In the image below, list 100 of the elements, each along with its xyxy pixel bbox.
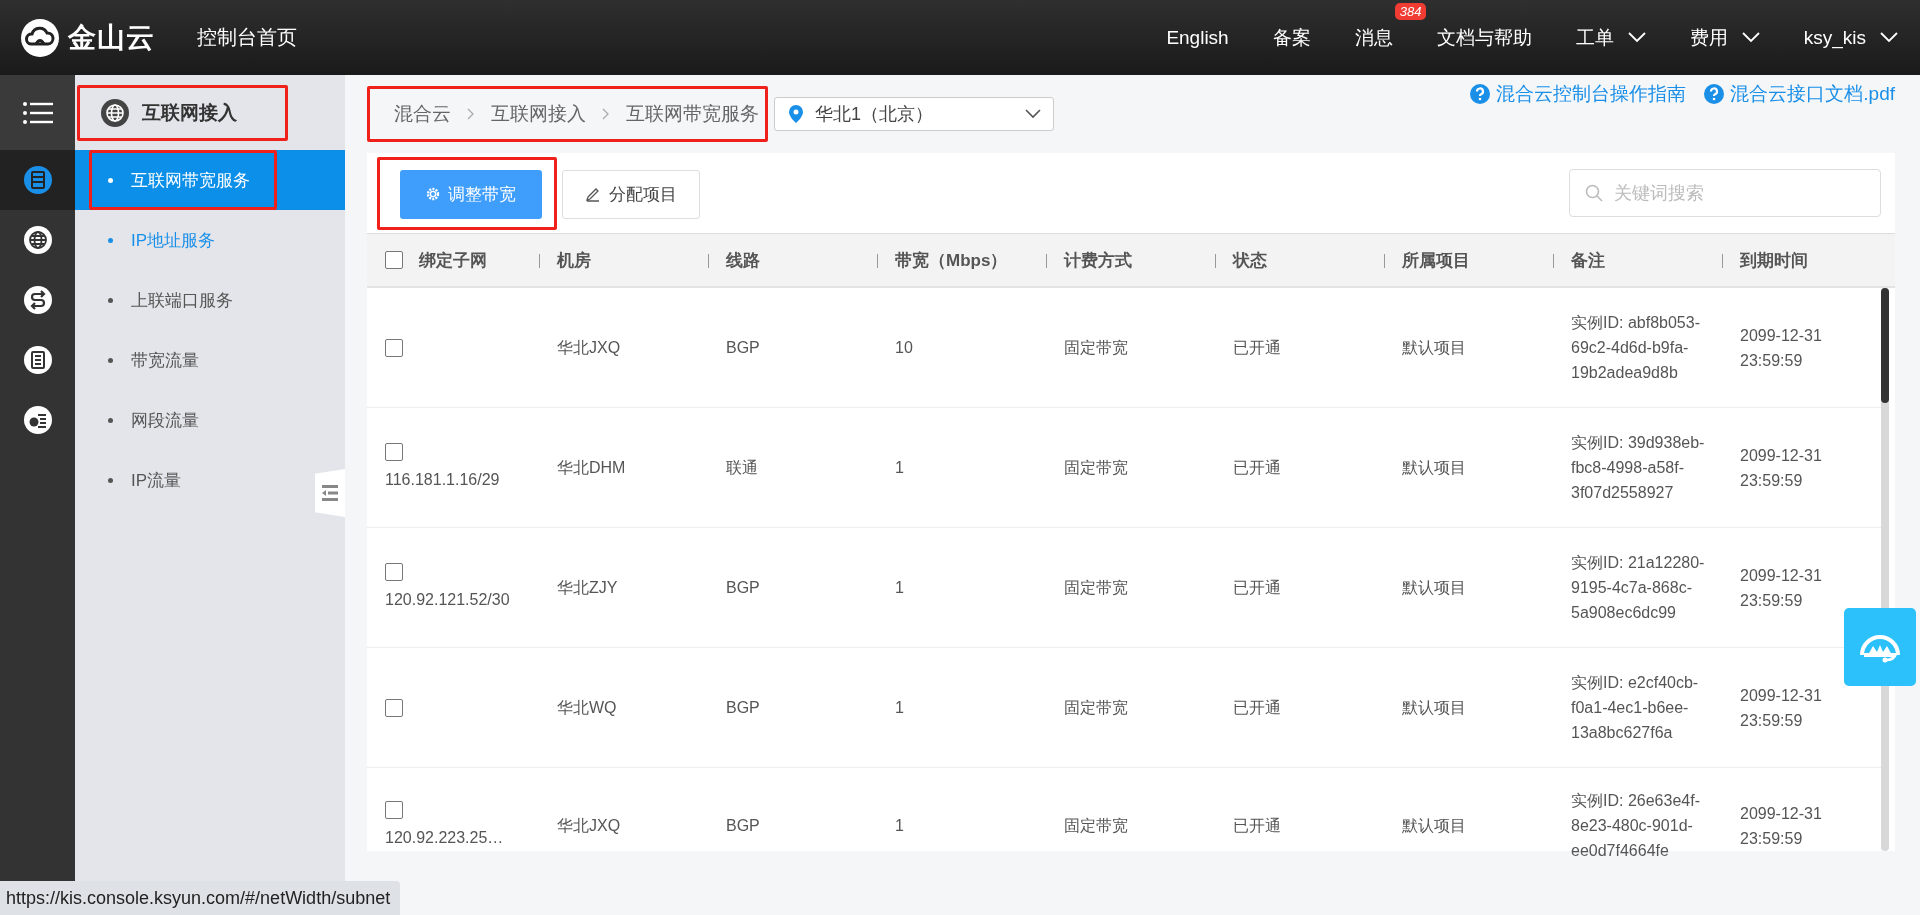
breadcrumb-link[interactable]: 混合云 [394,101,451,127]
row-checkbox[interactable] [385,338,403,357]
help-link[interactable]: 混合云接口文档.pdf [1730,81,1895,107]
table-cell-text: 2099-12-31 23:59:59 [1740,685,1823,731]
help-link[interactable]: 混合云控制台操作指南 [1496,81,1687,107]
nav-link[interactable]: English [1166,26,1229,49]
collapse-icon [320,483,340,503]
nav-link[interactable]: 文档与帮助 [1436,24,1532,51]
table-cell-text: 1 [895,816,904,836]
chevron-down-icon [1627,32,1646,43]
collapse-tab[interactable] [315,469,345,517]
table-cell-text: 1 [895,458,904,478]
nav-dropdown[interactable]: 费用 [1689,24,1728,51]
bullet-icon [108,357,113,363]
sidebar-item-label: 上联端口服务 [131,289,233,312]
column-header: 状态 [1233,249,1267,272]
column-header: 线路 [726,249,760,272]
table-cell-text: 华北WQ [557,698,617,718]
location-pin-icon [789,105,803,123]
list-icon [22,345,53,375]
table-cell-text: 已开通 [1233,458,1281,478]
nav-link[interactable]: 消息 [1354,24,1393,51]
table-cell-text: 固定带宽 [1064,816,1128,836]
table-cell-text: 已开通 [1233,816,1281,836]
table-cell-text: 实例ID: 26e63e4f-8e23-480c-901d-ee0d7f4664fe [1571,791,1701,861]
sidebar-item-label: 网段流量 [131,409,199,432]
table-cell-text: 10 [895,338,913,358]
table-cell-text: 已开通 [1233,338,1281,358]
chevron-right-icon [602,108,610,120]
table-cell-text: 实例ID: 39d938eb-fbc8-4998-a58f-3f07d2558927 [1571,433,1706,503]
row-checkbox[interactable] [385,698,403,717]
sidebar-item[interactable]: 带宽流量 [75,330,311,390]
globe-icon [100,97,130,128]
table-cell-text: 华北ZJY [557,578,618,598]
column-header: 备注 [1571,249,1605,272]
bullet-icon [108,177,113,183]
table-cell-text: 120.92.121.52/30 [385,590,510,610]
search-icon [1585,184,1603,202]
breadcrumb-link[interactable]: 互联网接入 [491,101,586,127]
column-header: 绑定子网 [419,249,487,272]
table-cell-text: 1 [895,698,904,718]
sidebar-item[interactable]: IP流量 [75,450,311,510]
assign-button[interactable]: 分配项目 [562,169,700,219]
table-cell-text: 2099-12-31 23:59:59 [1740,325,1823,371]
select-all-checkbox[interactable] [385,251,403,269]
table-cell-text: 实例ID: 21a12280-9195-4c7a-868c-5a908ec6dc99 [1571,553,1706,623]
row-checkbox[interactable] [385,443,403,461]
column-header: 到期时间 [1740,249,1808,272]
pencil-icon [585,186,601,202]
table-cell-text: BGP [726,816,760,836]
table-cell-text: 116.181.1.16/29 [385,470,500,490]
column-header: 计费方式 [1064,249,1132,272]
globe-icon [22,225,53,255]
chevron-right-icon [467,108,475,120]
gear-icon [426,187,440,201]
chevron-down-icon [1741,32,1760,43]
table-cell-text: 2099-12-31 23:59:59 [1740,803,1823,849]
table-cell-text: 120.92.223.25… [385,828,504,848]
table-cell-text: 2099-12-31 23:59:59 [1740,445,1823,491]
table-cell-text: 已开通 [1233,578,1281,598]
breadcrumb-link[interactable]: 互联网带宽服务 [626,101,759,127]
chevron-down-icon [1025,109,1041,119]
row-checkbox[interactable] [385,563,403,581]
sidebar-item[interactable]: 网段流量 [75,390,311,450]
column-header: 机房 [557,249,591,272]
home-link[interactable]: 控制台首页 [197,24,297,51]
region-dropdown[interactable]: 华北1（北京） [774,97,1054,131]
transfer-icon [22,285,53,315]
sidebar-item[interactable]: 互联网带宽服务 [75,150,345,210]
menu-icon[interactable] [22,101,53,124]
column-header: 所属项目 [1402,249,1470,272]
bullet-icon [108,297,113,303]
row-checkbox[interactable] [385,801,403,819]
sidebar-item-label: IP流量 [131,469,182,492]
table-cell-text: 默认项目 [1402,578,1466,598]
table-cell-text: 华北JXQ [557,816,621,836]
table-cell-text: 默认项目 [1402,458,1466,478]
server-icon [22,165,53,195]
table-cell-text: 实例ID: abf8b053-69c2-4d6d-b9fa-19b2adea9d8b [1571,313,1701,383]
table-cell-text: 固定带宽 [1064,458,1128,478]
search-field[interactable]: 关键词搜索 [1569,169,1881,217]
table-cell-text: 2099-12-31 23:59:59 [1740,565,1823,611]
table-cell-text: 固定带宽 [1064,338,1128,358]
count-badge: 384 [1394,2,1427,20]
table-cell-text: 默认项目 [1402,698,1466,718]
sidebar-item-label: 互联网带宽服务 [131,169,250,192]
chevron-down-icon [1880,32,1898,43]
table-cell-text: 已开通 [1233,698,1281,718]
nav-dropdown[interactable]: 工单 [1575,24,1614,51]
sidebar-item[interactable]: 上联端口服务 [75,270,311,330]
table-cell-text: 华北DHM [557,458,626,478]
nav-dropdown[interactable]: ksy_kis [1803,26,1866,49]
bullet-icon [108,237,113,243]
billing-icon [22,405,53,435]
help-icon [1704,84,1725,104]
cloud-logo-icon [20,17,60,58]
nav-link[interactable]: 备案 [1272,24,1311,51]
sidebar-item-label: 带宽流量 [131,349,199,372]
table-cell-text: 固定带宽 [1064,578,1128,598]
help-icon [1470,84,1491,104]
